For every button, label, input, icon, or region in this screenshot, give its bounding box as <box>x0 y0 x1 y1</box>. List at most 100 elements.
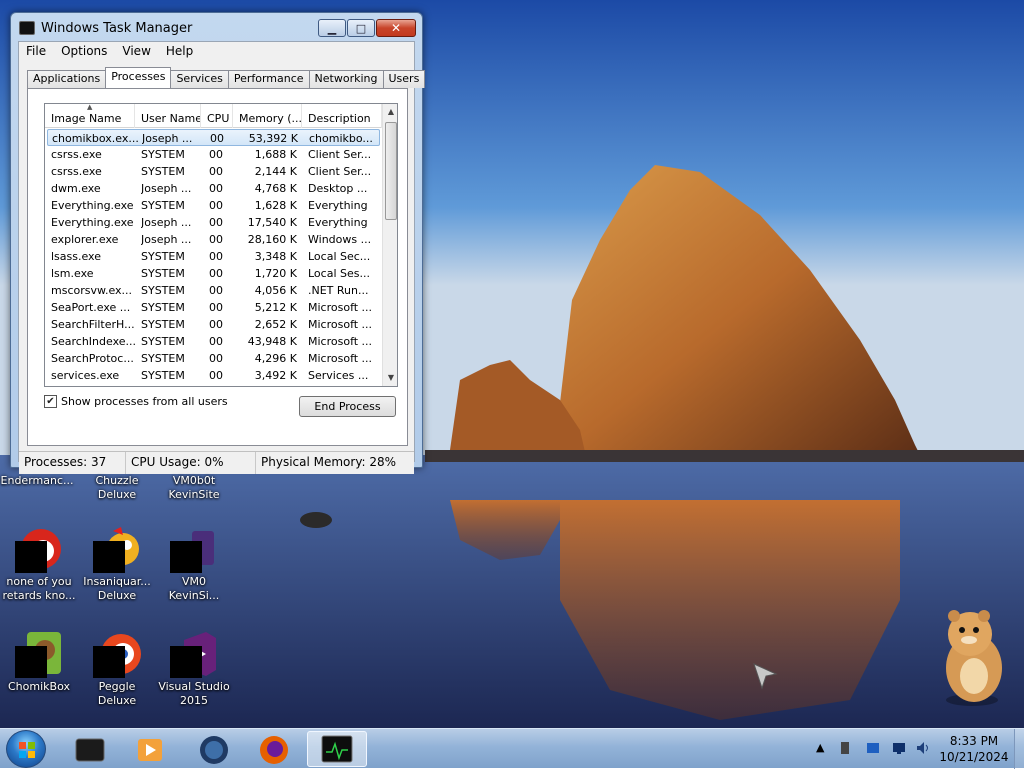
table-row[interactable]: SearchProtoc... SYSTEM 00 4,296 K Microsoft … <box>45 350 382 367</box>
desktop-icon-label: Visual Studio 2015 <box>158 680 230 707</box>
windows-logo-icon <box>19 742 35 758</box>
cell-image-name: lsm.exe <box>51 267 94 280</box>
table-row[interactable]: explorer.exe Joseph ... 00 28,160 K Windows … <box>45 231 382 248</box>
column-cpu[interactable]: CPU <box>201 104 233 128</box>
desktop-icon-visual-studio[interactable]: Visual Studio 2015 <box>157 630 231 708</box>
maximize-button[interactable]: □ <box>347 19 375 37</box>
processes-tab-page: ▲ Image Name User Name CPU Memory (... D… <box>27 88 408 446</box>
desktop-icon-chuzzle[interactable]: Chuzzle Deluxe <box>80 474 154 502</box>
menu-file[interactable]: File <box>19 42 54 62</box>
vm-icon <box>170 525 218 573</box>
desktop-icon-insaniquarium[interactable]: Insaniquar... Deluxe <box>80 525 154 603</box>
column-image-name[interactable]: ▲ Image Name <box>45 104 135 128</box>
action-center-icon[interactable] <box>866 741 880 755</box>
desktop-icon-label: none of you retards kno... <box>2 575 76 602</box>
cell-user-name: SYSTEM <box>141 284 185 297</box>
cell-cpu: 00 <box>210 132 224 145</box>
show-desktop-button[interactable] <box>1014 729 1024 769</box>
taskbar-pinned-firefox[interactable] <box>244 731 304 767</box>
table-row[interactable]: services.exe SYSTEM 00 3,492 K Services ... <box>45 367 382 384</box>
column-user-name[interactable]: User Name <box>135 104 201 128</box>
table-row[interactable]: lsm.exe SYSTEM 00 1,720 K Local Ses... <box>45 265 382 282</box>
cell-description: Microsoft ... <box>308 318 373 331</box>
cell-memory: 17,540 K <box>247 216 297 229</box>
cell-user-name: SYSTEM <box>141 301 185 314</box>
checkbox-checked-icon[interactable]: ✔ <box>44 395 57 408</box>
desktop-icon-endermanc[interactable]: Endermanc... <box>0 474 74 488</box>
volume-icon[interactable] <box>916 741 930 755</box>
desktop-icon-label: Peggle Deluxe <box>97 680 137 707</box>
cell-image-name: SeaPort.exe ... <box>51 301 131 314</box>
taskbar-pinned-terminal[interactable] <box>60 731 120 767</box>
window-title: Windows Task Manager <box>41 21 193 36</box>
table-row[interactable]: lsass.exe SYSTEM 00 3,348 K Local Sec... <box>45 248 382 265</box>
taskbar-clock[interactable]: 8:33 PM 10/21/2024 <box>936 733 1012 765</box>
minimize-button[interactable]: ▁ <box>318 19 346 37</box>
cell-description: Client Ser... <box>308 148 372 161</box>
tab-applications[interactable]: Applications <box>27 70 107 88</box>
menu-help[interactable]: Help <box>159 42 201 62</box>
cell-image-name: chomikbox.ex... <box>52 132 138 145</box>
tab-networking[interactable]: Networking <box>308 70 384 88</box>
process-list[interactable]: ▲ Image Name User Name CPU Memory (... D… <box>44 103 398 387</box>
column-cpu-label: CPU <box>207 112 230 125</box>
taskbar-task-manager-button[interactable] <box>307 731 367 767</box>
desktop-icon-chomikbox[interactable]: ChomikBox <box>2 630 76 694</box>
desktop[interactable]: Windows Task Manager ▁ □ ✕ File Options … <box>0 0 1024 728</box>
table-row[interactable]: SearchFilterH... SYSTEM 00 2,652 K Microsoft… <box>45 316 382 333</box>
close-button[interactable]: ✕ <box>376 19 416 37</box>
title-bar[interactable]: Windows Task Manager ▁ □ ✕ <box>11 13 422 43</box>
show-hidden-icons-icon[interactable]: ▲ <box>816 741 830 755</box>
list-header: ▲ Image Name User Name CPU Memory (... D… <box>45 104 382 128</box>
table-row[interactable]: Everything.exe Joseph ... 00 17,540 K Everyt… <box>45 214 382 231</box>
desktop-icon-peggle[interactable]: Peggle Deluxe <box>80 630 154 708</box>
menu-view[interactable]: View <box>115 42 158 62</box>
show-all-processes-checkbox[interactable]: ✔ Show processes from all users <box>44 395 228 408</box>
cell-image-name: dwm.exe <box>51 182 101 195</box>
tab-processes[interactable]: Processes <box>105 67 172 88</box>
taskbar-pinned-globe[interactable] <box>184 731 244 767</box>
cell-user-name: SYSTEM <box>141 369 185 382</box>
column-description[interactable]: Description <box>302 104 382 128</box>
cell-cpu: 00 <box>209 165 223 178</box>
table-row[interactable]: csrss.exe SYSTEM 00 1,688 K Client Ser... <box>45 146 382 163</box>
red-ball-icon <box>15 525 63 573</box>
network-icon[interactable] <box>892 741 906 755</box>
table-row[interactable]: chomikbox.ex... Joseph ... 00 53,392 K chomi… <box>47 129 380 146</box>
taskbar-pinned-media-player[interactable] <box>120 731 180 767</box>
cell-cpu: 00 <box>209 250 223 263</box>
tab-services[interactable]: Services <box>170 70 229 88</box>
cell-description: Microsoft ... <box>308 352 373 365</box>
cell-image-name: SearchProtoc... <box>51 352 134 365</box>
start-button[interactable] <box>6 730 46 768</box>
cell-memory: 43,948 K <box>247 335 297 348</box>
cell-memory: 4,768 K <box>254 182 297 195</box>
table-row[interactable]: SeaPort.exe ... SYSTEM 00 5,212 K Microsoft … <box>45 299 382 316</box>
end-process-button[interactable]: End Process <box>299 396 396 417</box>
scroll-thumb[interactable] <box>385 122 397 220</box>
desktop-icon-red-ball[interactable]: none of you retards kno... <box>2 525 76 603</box>
task-manager-window[interactable]: Windows Task Manager ▁ □ ✕ File Options … <box>10 12 426 474</box>
table-row[interactable]: Everything.exe SYSTEM 00 1,628 K Everything <box>45 197 382 214</box>
table-row[interactable]: SearchIndexe... SYSTEM 00 43,948 K Microsoft… <box>45 333 382 350</box>
desktop-icon-vm0[interactable]: VM0 KevinSi... <box>157 525 231 603</box>
table-row[interactable]: mscorsvw.ex... SYSTEM 00 4,056 K .NET Run... <box>45 282 382 299</box>
tab-performance[interactable]: Performance <box>227 70 310 88</box>
table-row[interactable]: csrss.exe SYSTEM 00 2,144 K Client Ser... <box>45 163 382 180</box>
scroll-down-icon[interactable]: ▼ <box>383 369 397 386</box>
battery-icon[interactable] <box>838 741 852 755</box>
cell-cpu: 00 <box>209 148 223 161</box>
desktop-icon-vm0b0t[interactable]: VM0b0t KevinSite <box>157 474 231 502</box>
cell-memory: 1,720 K <box>254 267 297 280</box>
clock-time: 8:33 PM <box>949 734 999 748</box>
hamster-pet-icon[interactable] <box>932 600 1008 710</box>
table-row[interactable]: dwm.exe Joseph ... 00 4,768 K Desktop ... <box>45 180 382 197</box>
menu-options[interactable]: Options <box>54 42 115 62</box>
column-memory[interactable]: Memory (... <box>233 104 302 128</box>
tab-users[interactable]: Users <box>382 70 426 88</box>
scroll-up-icon[interactable]: ▲ <box>383 104 397 121</box>
cell-description: Everything <box>308 216 368 229</box>
vertical-scrollbar[interactable]: ▲ ▼ <box>382 104 397 386</box>
cell-cpu: 00 <box>209 301 223 314</box>
terminal-app-icon <box>75 738 105 762</box>
